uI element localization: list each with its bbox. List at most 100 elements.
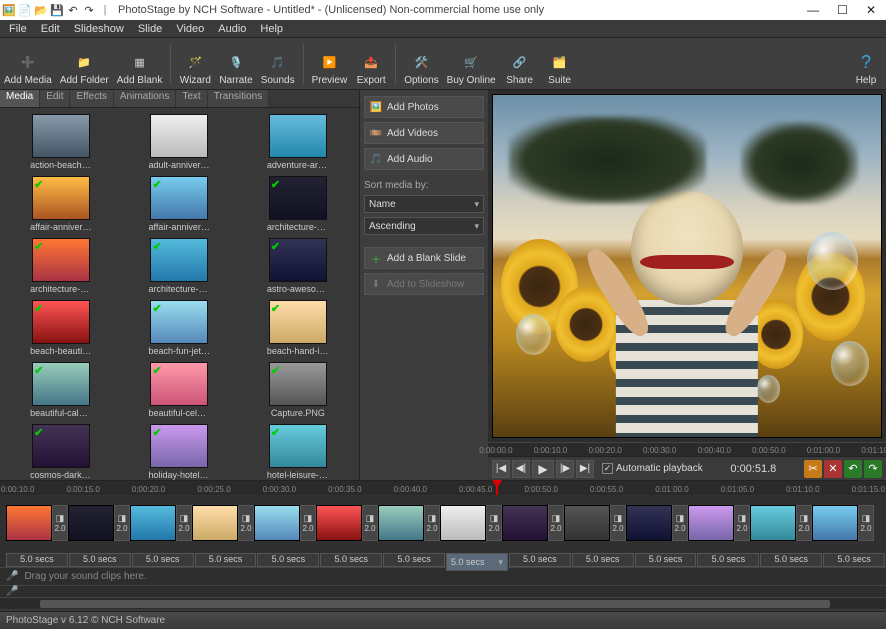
transition-marker[interactable]: ◨2.0 xyxy=(734,505,750,541)
media-item[interactable]: adult-anniversary... xyxy=(122,114,236,170)
transition-marker[interactable]: ◨2.0 xyxy=(548,505,564,541)
options-button[interactable]: 🛠️Options xyxy=(400,40,442,88)
media-thumb[interactable] xyxy=(32,114,90,158)
tab-text[interactable]: Text xyxy=(176,90,207,107)
media-thumb[interactable]: ✔ xyxy=(32,176,90,220)
redo-icon[interactable]: ↷ xyxy=(82,3,96,17)
media-thumb[interactable] xyxy=(150,114,208,158)
preview-image[interactable] xyxy=(492,94,882,438)
media-item[interactable]: ✔architecture-buildi... xyxy=(122,238,236,294)
share-button[interactable]: 🔗Share xyxy=(500,40,540,88)
media-item[interactable]: ✔affair-anniversary... xyxy=(122,176,236,232)
clip-thumb[interactable] xyxy=(378,505,424,541)
timeline-clip[interactable]: ◨2.0 xyxy=(502,499,564,547)
timeline-clip[interactable]: ◨2.0 xyxy=(6,499,68,547)
auto-playback-checkbox[interactable]: ✓ Automatic playback xyxy=(602,463,703,474)
media-item[interactable]: ✔architecture-ballo... xyxy=(241,176,355,232)
timeline-clips[interactable]: ◨2.0◨2.0◨2.0◨2.0◨2.0◨2.0◨2.0◨2.0◨2.0◨2.0… xyxy=(0,495,886,553)
audio-track[interactable]: 🎤 Drag your sound clips here. xyxy=(0,567,886,585)
media-item[interactable]: ✔hotel-leisure-palm-... xyxy=(241,424,355,480)
timeline-clip[interactable]: ◨2.0 xyxy=(564,499,626,547)
clip-duration[interactable]: 5.0 secs xyxy=(446,553,508,571)
media-item[interactable]: ✔cosmos-dark-eveni... xyxy=(4,424,118,480)
preview-button[interactable]: ▶️Preview xyxy=(308,40,352,88)
wizard-button[interactable]: 🪄Wizard xyxy=(175,40,215,88)
clip-duration[interactable]: 5.0 secs xyxy=(823,553,885,567)
media-thumb[interactable]: ✔ xyxy=(269,176,327,220)
media-thumb[interactable]: ✔ xyxy=(150,238,208,282)
clip-thumb[interactable] xyxy=(316,505,362,541)
timeline-ruler[interactable]: 0:00:10.00:00:15.00:00:20.00:00:25.00:00… xyxy=(0,481,886,495)
media-item[interactable]: ✔beautiful-calm-clo... xyxy=(4,362,118,418)
play-button[interactable]: ▶ xyxy=(532,460,554,478)
new-icon[interactable]: 📄 xyxy=(18,3,32,17)
transition-marker[interactable]: ◨2.0 xyxy=(858,505,874,541)
timeline-clip[interactable]: ◨2.0 xyxy=(316,499,378,547)
media-item[interactable]: action-beach-care... xyxy=(4,114,118,170)
buy-online-button[interactable]: 🛒Buy Online xyxy=(443,40,500,88)
playhead[interactable] xyxy=(496,481,498,495)
tab-transitions[interactable]: Transitions xyxy=(208,90,270,107)
close-button[interactable]: ✕ xyxy=(866,3,876,17)
menu-edit[interactable]: Edit xyxy=(36,22,65,36)
scrollbar-thumb[interactable] xyxy=(40,600,830,608)
clip-duration[interactable]: 5.0 secs xyxy=(320,553,382,567)
media-item[interactable]: ✔affair-anniversary... xyxy=(4,176,118,232)
add-folder-button[interactable]: 📁Add Folder xyxy=(56,40,113,88)
prev-frame-button[interactable]: ◀| xyxy=(512,460,530,478)
cut-button[interactable]: ✂ xyxy=(804,460,822,478)
media-thumb[interactable]: ✔ xyxy=(150,300,208,344)
media-item[interactable]: ✔holiday-hotel-las-v... xyxy=(122,424,236,480)
clip-thumb[interactable] xyxy=(192,505,238,541)
redo-button[interactable]: ↷ xyxy=(864,460,882,478)
media-item[interactable]: ✔beach-hand-ice-cr... xyxy=(241,300,355,356)
tab-animations[interactable]: Animations xyxy=(114,90,176,107)
add-photos-button[interactable]: 🖼️Add Photos xyxy=(364,96,484,118)
last-frame-button[interactable]: ▶| xyxy=(576,460,594,478)
menu-help[interactable]: Help xyxy=(255,22,288,36)
save-icon[interactable]: 💾 xyxy=(50,3,64,17)
tab-edit[interactable]: Edit xyxy=(40,90,70,107)
add-blank-slide-button[interactable]: ＋Add a Blank Slide xyxy=(364,247,484,269)
timeline-clip[interactable]: ◨2.0 xyxy=(378,499,440,547)
transition-marker[interactable]: ◨2.0 xyxy=(610,505,626,541)
maximize-button[interactable]: ☐ xyxy=(837,3,848,17)
transition-marker[interactable]: ◨2.0 xyxy=(424,505,440,541)
media-item[interactable]: ✔beach-fun-jet-ski-... xyxy=(122,300,236,356)
clip-duration[interactable]: 5.0 secs xyxy=(509,553,571,567)
timeline-clip[interactable]: ◨2.0 xyxy=(750,499,812,547)
clip-duration[interactable]: 5.0 secs xyxy=(6,553,68,567)
timeline-scrollbar[interactable] xyxy=(0,597,886,609)
media-item[interactable]: ✔architecture-barg... xyxy=(4,238,118,294)
media-item[interactable]: ✔beautiful-celebrati... xyxy=(122,362,236,418)
clip-thumb[interactable] xyxy=(68,505,114,541)
export-button[interactable]: 📤Export xyxy=(351,40,391,88)
clip-thumb[interactable] xyxy=(688,505,734,541)
sounds-button[interactable]: 🎵Sounds xyxy=(257,40,299,88)
media-thumb[interactable]: ✔ xyxy=(269,238,327,282)
next-frame-button[interactable]: |▶ xyxy=(556,460,574,478)
clip-thumb[interactable] xyxy=(812,505,858,541)
clip-duration[interactable]: 5.0 secs xyxy=(132,553,194,567)
timeline-clip[interactable]: ◨2.0 xyxy=(68,499,130,547)
open-icon[interactable]: 📂 xyxy=(34,3,48,17)
media-thumb[interactable]: ✔ xyxy=(32,238,90,282)
clip-duration[interactable]: 5.0 secs xyxy=(635,553,697,567)
clip-thumb[interactable] xyxy=(502,505,548,541)
clip-thumb[interactable] xyxy=(440,505,486,541)
transition-marker[interactable]: ◨2.0 xyxy=(796,505,812,541)
transition-marker[interactable]: ◨2.0 xyxy=(486,505,502,541)
help-button[interactable]: ?Help xyxy=(846,40,886,88)
menu-slide[interactable]: Slide xyxy=(133,22,167,36)
timeline-clip[interactable]: ◨2.0 xyxy=(130,499,192,547)
media-thumb[interactable]: ✔ xyxy=(269,424,327,468)
media-thumb[interactable]: ✔ xyxy=(32,362,90,406)
menu-file[interactable]: File xyxy=(4,22,32,36)
timeline-clip[interactable]: ◨2.0 xyxy=(688,499,750,547)
media-item[interactable]: ✔astro-awesome-bl... xyxy=(241,238,355,294)
media-thumb[interactable]: ✔ xyxy=(150,176,208,220)
clip-duration[interactable]: 5.0 secs xyxy=(195,553,257,567)
transition-marker[interactable]: ◨2.0 xyxy=(52,505,68,541)
transition-marker[interactable]: ◨2.0 xyxy=(300,505,316,541)
transition-marker[interactable]: ◨2.0 xyxy=(672,505,688,541)
